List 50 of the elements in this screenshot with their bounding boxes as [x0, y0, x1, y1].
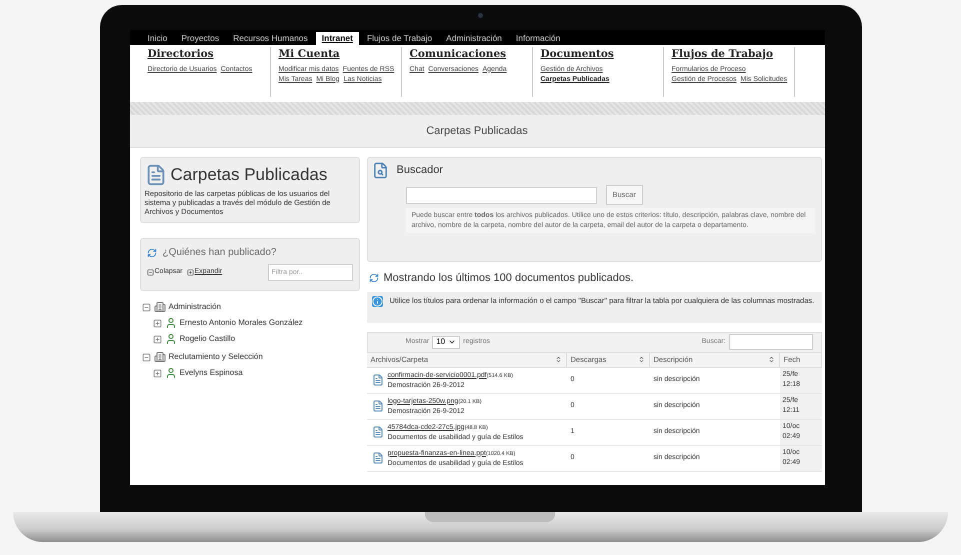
info-icon [372, 296, 382, 306]
nav-tab[interactable]: Proyectos [175, 32, 226, 45]
file-icon [372, 400, 384, 412]
file-icon [372, 374, 384, 386]
expand-icon[interactable] [152, 318, 162, 328]
search-field[interactable] [406, 186, 596, 204]
plus-box-icon [186, 269, 194, 276]
page-size-select[interactable]: 10 [432, 336, 460, 348]
nav-tab[interactable]: Intranet [316, 32, 359, 45]
user-icon [164, 317, 176, 329]
expand-icon[interactable] [152, 368, 162, 378]
refresh-icon [368, 273, 378, 284]
nav-tab[interactable]: Flujos de Trabajo [360, 32, 438, 45]
nav-tab[interactable]: Información [510, 32, 566, 45]
file-icon [372, 452, 384, 464]
collapse-icon[interactable] [142, 302, 150, 312]
menu-heading[interactable]: Mi Cuenta [278, 47, 394, 63]
user-icon [164, 333, 176, 345]
search-icon [372, 162, 388, 179]
tree-item[interactable]: Administración [168, 301, 221, 313]
menu-heading[interactable]: Directorios [148, 47, 264, 63]
nav-tab[interactable]: Administración [440, 32, 508, 45]
sort-icon[interactable] [638, 356, 644, 363]
caret-icon [448, 338, 456, 346]
expand-icon[interactable] [152, 334, 162, 344]
tree-item[interactable]: Reclutamiento y Selección [168, 351, 263, 363]
menu-heading[interactable]: Comunicaciones [410, 47, 526, 63]
camera-icon [478, 13, 482, 18]
card-title: Carpetas Publicadas [170, 164, 328, 186]
menu-heading[interactable]: Flujos de Trabajo [672, 47, 788, 63]
tree-item[interactable]: Ernesto Antonio Morales González [180, 317, 303, 329]
tree-item[interactable]: Evelyns Espinosa [180, 367, 243, 379]
tree-item[interactable]: Rogelio Castillo [180, 333, 236, 345]
building-icon [154, 351, 166, 363]
menu-heading[interactable]: Documentos [540, 47, 656, 63]
sort-icon[interactable] [768, 356, 774, 363]
page-title: Carpetas Publicadas [426, 124, 528, 139]
table-filter-field[interactable] [728, 334, 812, 350]
building-icon [154, 301, 166, 313]
card-title: ¿Quiénes han publicado? [162, 246, 276, 260]
nav-tab[interactable]: Recursos Humanos [227, 32, 314, 45]
panel-title: Buscador [396, 163, 443, 178]
minus-box-icon [146, 269, 154, 276]
sort-icon[interactable] [554, 356, 562, 363]
collapse-icon[interactable] [142, 352, 150, 362]
refresh-icon [146, 248, 156, 258]
nav-tab[interactable]: Inicio [142, 32, 174, 45]
file-icon [372, 426, 384, 438]
user-icon [164, 367, 176, 379]
section-title: Mostrando los últimos 100 documentos publicados. [384, 271, 634, 286]
